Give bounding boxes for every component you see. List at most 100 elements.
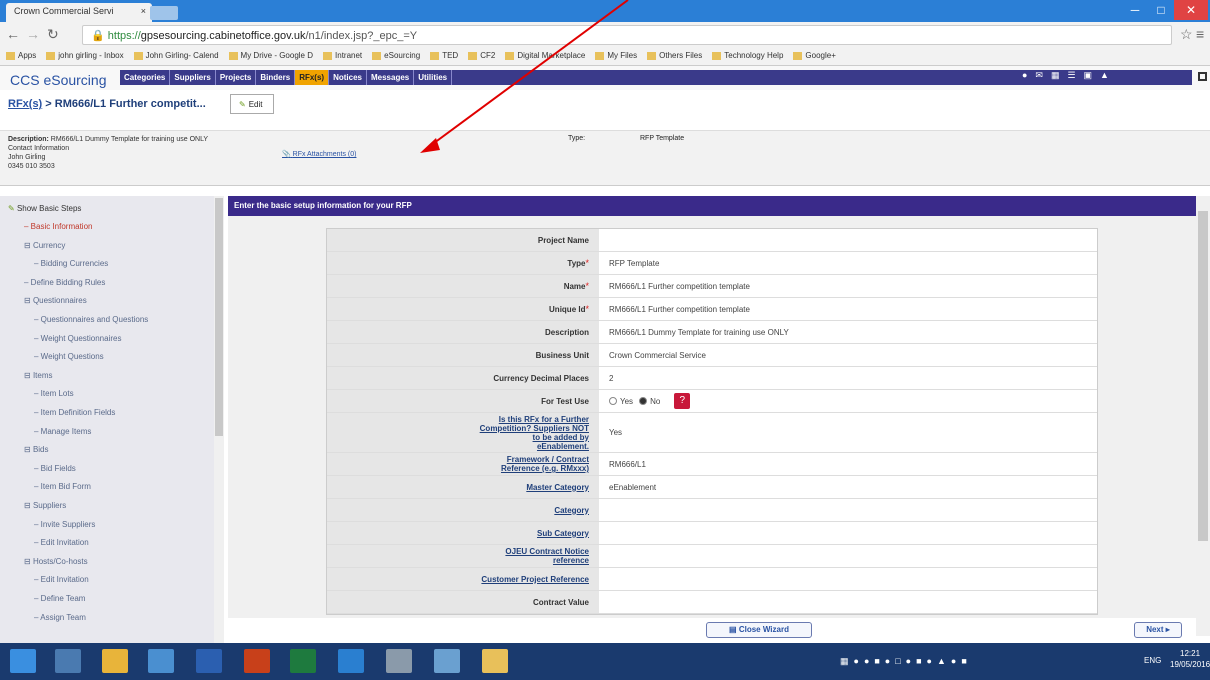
sidebar-scrollbar[interactable] [214, 196, 224, 643]
nav-notices[interactable]: Notices [329, 70, 367, 85]
chrome-icon[interactable] [148, 649, 174, 673]
content-scrollbar[interactable] [1196, 196, 1210, 636]
bookmark-item[interactable]: TED [430, 51, 458, 60]
help-icon[interactable]: ? [674, 393, 691, 409]
nav-rfxs[interactable]: RFx(s) [295, 70, 330, 85]
language-indicator[interactable]: ENG [1144, 656, 1161, 665]
form-label[interactable]: Master Category [327, 476, 599, 498]
form-value[interactable] [599, 499, 1097, 521]
menu-icon[interactable]: ≡ [1196, 26, 1204, 42]
form-value[interactable]: RM666/L1 [599, 453, 1097, 475]
new-tab-button[interactable] [150, 6, 178, 20]
test-use-yes-radio[interactable]: Yes [609, 397, 633, 406]
start-icon[interactable] [10, 649, 36, 673]
form-value[interactable]: RM666/L1 Further competition template [599, 275, 1097, 297]
form-value[interactable]: RFP Template [599, 252, 1097, 274]
wizard-step[interactable]: ⊟ Bids [24, 445, 49, 454]
bookmark-item[interactable]: Apps [6, 51, 36, 60]
tab-edit[interactable]: ✎ Edit [230, 94, 274, 114]
browser-tab[interactable]: Crown Commercial Servi × [6, 3, 152, 22]
form-value[interactable] [599, 545, 1097, 567]
show-basic-steps-button[interactable]: ✎ Show Basic Steps [8, 204, 81, 213]
wizard-step[interactable]: ⊟ Questionnaires [24, 296, 87, 305]
window-icon[interactable] [1198, 72, 1207, 81]
nav-categories[interactable]: Categories [120, 70, 171, 85]
back-icon[interactable]: ← [6, 26, 20, 42]
tab-close-icon[interactable]: × [141, 6, 146, 16]
bookmark-item[interactable]: Intranet [323, 51, 362, 60]
form-value[interactable]: Yes No? [599, 390, 1097, 412]
forward-icon[interactable]: → [26, 26, 40, 42]
nav-projects[interactable]: Projects [216, 70, 257, 85]
bookmark-item[interactable]: Digital Marketplace [505, 51, 585, 60]
bookmark-item[interactable]: My Files [595, 51, 637, 60]
bookmark-item[interactable]: Google+ [793, 51, 836, 60]
clock[interactable]: 12:21 19/05/2016 [1170, 648, 1210, 670]
wizard-step[interactable]: – Edit Invitation [34, 538, 89, 547]
nav-suppliers[interactable]: Suppliers [170, 70, 216, 85]
wizard-step[interactable]: – Invite Suppliers [34, 520, 95, 529]
form-label[interactable]: Framework / Contract Reference (e.g. RMx… [327, 453, 599, 475]
form-value[interactable] [599, 568, 1097, 590]
top-toolbar-icons[interactable]: ●✉▦☰▣▲ [1000, 70, 1192, 85]
form-value[interactable]: Crown Commercial Service [599, 344, 1097, 366]
form-label[interactable]: Sub Category [327, 522, 599, 544]
content-scrollbar-thumb[interactable] [1198, 211, 1208, 541]
wizard-step[interactable]: ⊟ Hosts/Co-hosts [24, 557, 88, 566]
form-value[interactable]: 2 [599, 367, 1097, 389]
nav-utilities[interactable]: Utilities [414, 70, 453, 85]
breadcrumb-rfx-link[interactable]: RFx(s) [8, 98, 42, 110]
wizard-step[interactable]: – Define Team [34, 594, 85, 603]
close-wizard-button[interactable]: ▤ Close Wizard [706, 622, 812, 638]
wizard-step[interactable]: – Weight Questions [34, 352, 104, 361]
form-label[interactable]: OJEU Contract Notice reference [327, 545, 599, 567]
url-input[interactable]: 🔒 https://gpsesourcing.cabinetoffice.gov… [82, 25, 1172, 45]
bookmark-item[interactable]: eSourcing [372, 51, 420, 60]
wizard-step[interactable]: – Weight Questionnaires [34, 334, 121, 343]
task-view-icon[interactable] [55, 649, 81, 673]
form-value[interactable]: eEnablement [599, 476, 1097, 498]
wizard-step[interactable]: – Item Bid Form [34, 482, 91, 491]
wizard-step[interactable]: – Item Lots [34, 389, 74, 398]
form-label[interactable]: Customer Project Reference [327, 568, 599, 590]
wizard-step[interactable]: – Basic Information [24, 222, 92, 231]
form-value[interactable] [599, 591, 1097, 613]
wizard-step[interactable]: – Questionnaires and Questions [34, 315, 148, 324]
bookmark-item[interactable]: John Girling- Calend [133, 51, 219, 60]
form-label[interactable]: Category [327, 499, 599, 521]
wizard-step[interactable]: ⊟ Currency [24, 241, 65, 250]
wizard-step[interactable]: – Item Definition Fields [34, 408, 115, 417]
powerpoint-icon[interactable] [244, 649, 270, 673]
wizard-step[interactable]: – Edit Invitation [34, 575, 89, 584]
wizard-step[interactable]: ⊟ Items [24, 371, 53, 380]
rfx-attachments-link[interactable]: 📎 RFx Attachments (0) [282, 150, 356, 158]
reload-icon[interactable]: ↻ [47, 26, 59, 43]
wizard-step[interactable]: – Define Bidding Rules [24, 278, 105, 287]
next-button[interactable]: Next ▸ [1134, 622, 1182, 638]
internet-explorer-icon[interactable] [338, 649, 364, 673]
wizard-step[interactable]: – Manage Items [34, 427, 91, 436]
nav-binders[interactable]: Binders [256, 70, 296, 85]
folder-icon[interactable] [482, 649, 508, 673]
star-icon[interactable]: ☆ [1180, 26, 1193, 43]
form-value[interactable] [599, 229, 1097, 251]
wizard-step[interactable]: – Bidding Currencies [34, 259, 108, 268]
notepad-icon[interactable] [434, 649, 460, 673]
excel-icon[interactable] [290, 649, 316, 673]
form-value[interactable]: RM666/L1 Dummy Template for training use… [599, 321, 1097, 343]
wizard-step[interactable]: – Bid Fields [34, 464, 76, 473]
maximize-icon[interactable]: □ [1146, 0, 1176, 20]
word-icon[interactable] [196, 649, 222, 673]
explorer-icon[interactable] [102, 649, 128, 673]
form-value[interactable]: RM666/L1 Further competition template [599, 298, 1097, 320]
bookmark-item[interactable]: Technology Help [712, 51, 783, 60]
bookmark-item[interactable]: Others Files [647, 51, 702, 60]
nav-messages[interactable]: Messages [367, 70, 415, 85]
form-label[interactable]: Is this RFx for a Further Competition? S… [327, 413, 599, 452]
form-value[interactable] [599, 522, 1097, 544]
system-tray-icons[interactable]: ▦●●■●□●■●▲●■ [840, 656, 972, 667]
app-icon[interactable] [386, 649, 412, 673]
bookmark-item[interactable]: My Drive - Google D [228, 51, 313, 60]
bookmark-item[interactable]: CF2 [468, 51, 495, 60]
form-value[interactable]: Yes [599, 413, 1097, 452]
